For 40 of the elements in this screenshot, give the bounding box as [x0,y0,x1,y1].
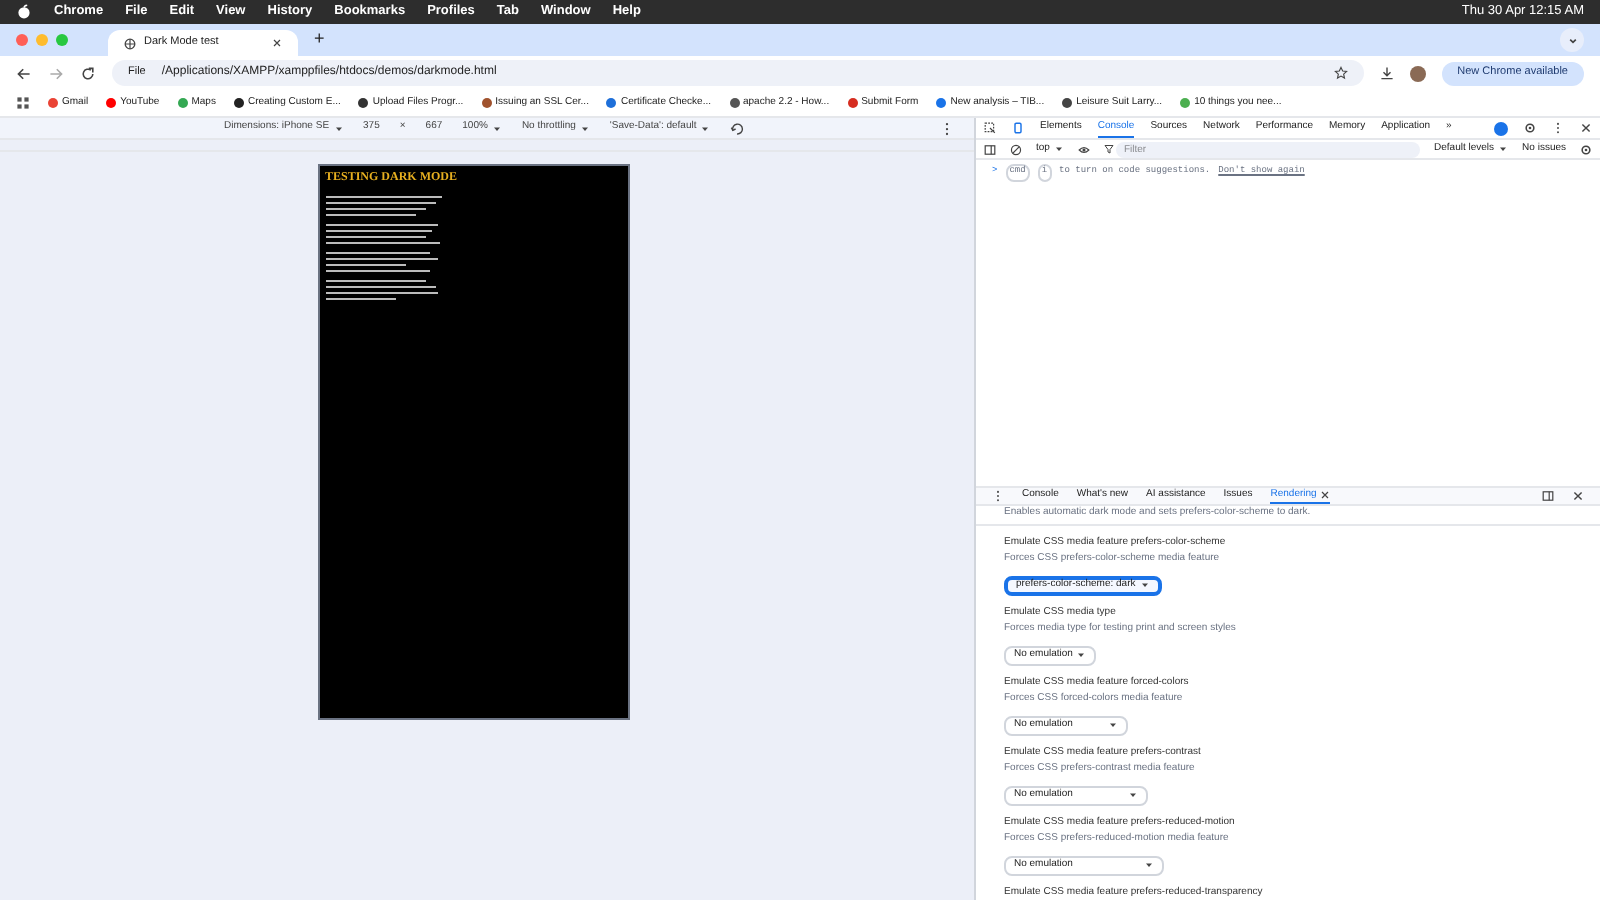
inspect-icon[interactable] [984,122,996,134]
reload-icon[interactable] [80,65,96,81]
download-icon[interactable] [1379,66,1394,80]
chevron-down-icon[interactable] [1565,33,1579,47]
settings-icon[interactable] [1524,122,1536,134]
caret-icon [1498,144,1509,154]
apps-grid-icon[interactable] [16,96,30,110]
more-icon[interactable] [940,121,954,135]
caret-icon [700,123,711,133]
caret-icon [1144,860,1154,870]
settings-icon[interactable] [1580,143,1592,155]
caret-icon [1053,144,1064,154]
ai-assistant-icon[interactable] [1494,121,1508,135]
close-icon[interactable] [1580,122,1592,134]
rotate-icon[interactable] [730,121,745,135]
avatar-icon[interactable] [1409,65,1426,81]
caret-icon [1076,650,1087,660]
caret-icon [1108,720,1118,730]
dock-icon[interactable] [1542,490,1554,502]
apple-logo-icon[interactable] [16,4,32,20]
close-icon[interactable] [272,38,282,48]
text-lines-drawing [325,196,441,300]
back-icon[interactable] [16,65,32,81]
close-icon[interactable] [1572,490,1584,502]
new-tab-button[interactable]: + [314,26,325,54]
sidebar-icon[interactable] [984,143,996,155]
device-toggle-icon[interactable] [1012,122,1024,134]
drawer-menu-icon[interactable] [992,490,1004,502]
eye-icon[interactable] [1077,143,1090,155]
caret-icon [1128,790,1138,800]
caret-icon [579,123,590,133]
star-icon[interactable] [1333,66,1348,80]
close-icon[interactable] [1320,490,1331,500]
globe-icon [124,37,136,49]
caret-icon [1139,580,1150,590]
more-icon[interactable] [1552,122,1564,134]
clear-icon[interactable] [1010,143,1022,155]
caret-icon [491,123,502,133]
filter-icon [1103,144,1114,154]
caret-icon [333,123,344,133]
